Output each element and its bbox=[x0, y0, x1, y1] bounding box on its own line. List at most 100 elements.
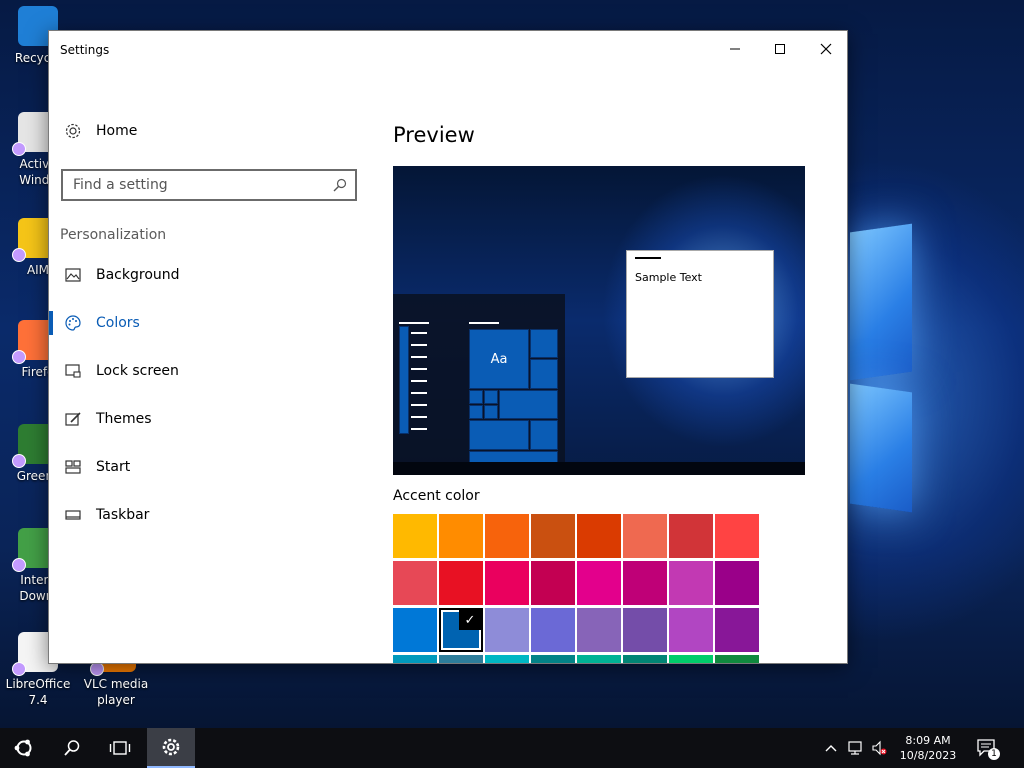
search-input[interactable]: Find a setting bbox=[61, 169, 357, 201]
clock-time: 8:09 AM bbox=[905, 734, 951, 747]
accent-color-swatch[interactable] bbox=[669, 561, 713, 605]
accent-color-swatch[interactable] bbox=[669, 608, 713, 652]
sidebar-item-taskbar[interactable]: Taskbar bbox=[49, 495, 367, 535]
taskbar: 8:09 AM 10/8/2023 1 bbox=[0, 728, 1024, 768]
accent-color-swatch[interactable] bbox=[623, 514, 667, 558]
preview-line bbox=[399, 322, 429, 324]
accent-color-swatch[interactable] bbox=[669, 514, 713, 558]
accent-color-swatch[interactable] bbox=[439, 561, 483, 605]
accent-color-swatch[interactable] bbox=[485, 561, 529, 605]
accent-color-swatch[interactable] bbox=[623, 655, 667, 663]
start-icon bbox=[65, 460, 81, 474]
preview-line bbox=[411, 416, 427, 418]
image-icon bbox=[65, 268, 81, 282]
accent-color-swatch[interactable] bbox=[531, 655, 575, 663]
start-button[interactable] bbox=[0, 728, 48, 768]
desktop-icon-label: LibreOffice 7.4 bbox=[5, 677, 71, 707]
accent-color-swatch[interactable] bbox=[623, 561, 667, 605]
accent-color-swatch[interactable] bbox=[393, 561, 437, 605]
preview-tile bbox=[530, 420, 558, 450]
sidebar-item-background[interactable]: Background bbox=[49, 255, 367, 295]
preview-line bbox=[411, 392, 427, 394]
accent-color-swatch[interactable] bbox=[715, 514, 759, 558]
accent-color-swatch[interactable]: ✓ bbox=[439, 608, 483, 652]
sidebar-item-home[interactable]: Home bbox=[49, 111, 367, 151]
shortcut-arrow-icon bbox=[12, 558, 26, 572]
sample-text: Sample Text bbox=[635, 271, 702, 284]
preview-tile bbox=[530, 329, 558, 358]
sidebar-item-start[interactable]: Start bbox=[49, 447, 367, 487]
preview-line bbox=[635, 257, 661, 259]
search-icon bbox=[333, 178, 347, 192]
accent-color-swatch[interactable] bbox=[439, 655, 483, 663]
accent-color-swatch[interactable] bbox=[531, 561, 575, 605]
sidebar-item-label: Taskbar bbox=[96, 507, 150, 523]
accent-color-swatch[interactable] bbox=[623, 608, 667, 652]
shortcut-arrow-icon bbox=[90, 662, 104, 676]
accent-color-swatch[interactable] bbox=[393, 514, 437, 558]
accent-color-swatch[interactable] bbox=[577, 561, 621, 605]
preview-line bbox=[469, 322, 499, 324]
preview-tile bbox=[469, 405, 483, 419]
preview-sample-window: Sample Text bbox=[626, 250, 774, 378]
section-label: Personalization bbox=[60, 227, 167, 243]
preview-tile bbox=[484, 390, 498, 404]
palette-icon bbox=[65, 315, 81, 331]
settings-window[interactable]: Settings Home Find a setting Personaliza… bbox=[48, 30, 848, 664]
shortcut-arrow-icon bbox=[12, 350, 26, 364]
accent-color-swatch[interactable] bbox=[669, 655, 713, 663]
taskbar-settings-app[interactable] bbox=[147, 728, 195, 768]
minimize-button[interactable] bbox=[712, 31, 758, 67]
search-button[interactable] bbox=[48, 728, 96, 768]
sidebar: Home Find a setting Personalization Back… bbox=[49, 67, 367, 663]
taskbar-icon bbox=[65, 510, 81, 520]
accent-color-swatch[interactable] bbox=[577, 655, 621, 663]
shortcut-arrow-icon bbox=[12, 142, 26, 156]
close-button[interactable] bbox=[803, 31, 847, 67]
maximize-button[interactable] bbox=[757, 31, 803, 67]
accent-color-swatch[interactable] bbox=[577, 608, 621, 652]
action-center-button[interactable]: 1 bbox=[976, 738, 1000, 760]
sidebar-item-themes[interactable]: Themes bbox=[49, 399, 367, 439]
volume-tray-button[interactable] bbox=[871, 740, 887, 756]
accent-color-swatch[interactable] bbox=[485, 608, 529, 652]
preview-line bbox=[411, 428, 427, 430]
preview-tile bbox=[499, 390, 558, 419]
accent-color-swatch[interactable] bbox=[393, 608, 437, 652]
volume-muted-icon bbox=[872, 740, 887, 756]
chevron-up-icon bbox=[825, 745, 837, 752]
sidebar-item-label: Themes bbox=[96, 411, 152, 427]
accent-color-swatch[interactable] bbox=[715, 608, 759, 652]
show-hidden-icons-button[interactable] bbox=[823, 740, 839, 756]
accent-color-swatch[interactable] bbox=[531, 608, 575, 652]
sidebar-item-colors[interactable]: Colors bbox=[49, 303, 367, 343]
accent-color-swatch[interactable] bbox=[531, 514, 575, 558]
sidebar-item-lock-screen[interactable]: Lock screen bbox=[49, 351, 367, 391]
clock[interactable]: 8:09 AM 10/8/2023 bbox=[892, 733, 964, 763]
accent-color-label: Accent color bbox=[393, 488, 480, 504]
title-bar[interactable]: Settings bbox=[49, 31, 847, 67]
accent-color-swatch[interactable] bbox=[439, 514, 483, 558]
maximize-icon bbox=[775, 44, 785, 54]
sidebar-item-label: Colors bbox=[96, 315, 140, 331]
close-icon bbox=[820, 43, 832, 55]
search-placeholder: Find a setting bbox=[73, 177, 168, 193]
preview-line bbox=[411, 344, 427, 346]
accent-color-swatch[interactable] bbox=[485, 514, 529, 558]
task-view-icon bbox=[109, 741, 131, 755]
preview-taskbar bbox=[393, 462, 805, 475]
ubuntu-logo-icon bbox=[14, 739, 32, 757]
task-view-button[interactable] bbox=[96, 728, 144, 768]
theme-preview: Aa Sample Text bbox=[393, 166, 805, 475]
accent-color-swatch[interactable] bbox=[393, 655, 437, 663]
preview-start-menu: Aa bbox=[393, 294, 565, 466]
preview-line bbox=[411, 404, 427, 406]
accent-color-swatch[interactable] bbox=[715, 561, 759, 605]
accent-color-swatch[interactable] bbox=[485, 655, 529, 663]
network-tray-button[interactable] bbox=[847, 740, 863, 756]
desktop-icon-label: VLC media player bbox=[83, 677, 149, 707]
accent-color-swatch[interactable] bbox=[577, 514, 621, 558]
accent-color-swatch[interactable] bbox=[715, 655, 759, 663]
minimize-icon bbox=[730, 48, 740, 50]
preview-tile bbox=[469, 420, 529, 450]
